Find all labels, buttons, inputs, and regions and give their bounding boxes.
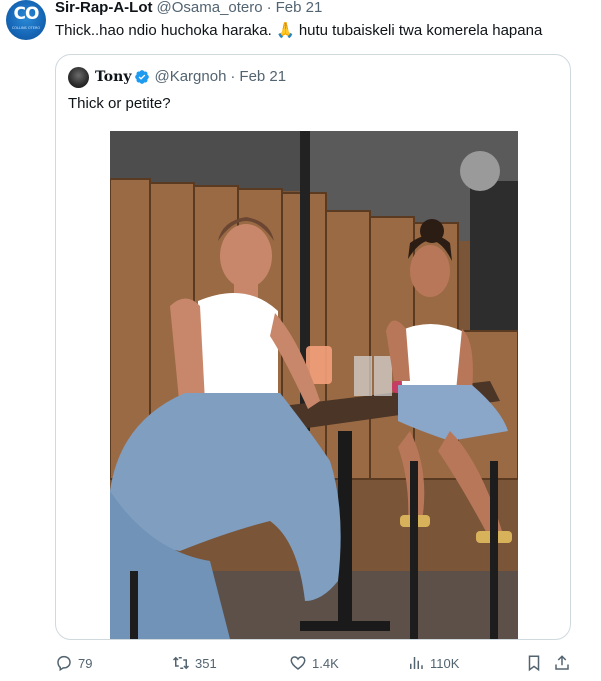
quoted-header-separator: · (230, 68, 236, 85)
bookmark-button[interactable] (525, 654, 543, 672)
views-button[interactable]: 110K (407, 654, 459, 672)
photo-illustration (110, 131, 518, 639)
like-count: 1.4K (312, 655, 339, 671)
author-name[interactable]: Sir-Rap-A-Lot (55, 0, 153, 16)
quoted-tweet-text: Thick or petite? (68, 95, 171, 112)
avatar-logo-text: CO (13, 4, 40, 24)
quoted-author-avatar[interactable] (68, 67, 89, 88)
avatar-logo-subtext: COLLINS OTERO (11, 26, 41, 30)
like-icon (290, 656, 306, 670)
retweet-button[interactable]: 351 (172, 654, 217, 672)
tweet-date[interactable]: Feb 21 (276, 0, 323, 16)
share-icon (555, 655, 569, 670)
tweet-header: Sir-Rap-A-Lot @Osama_otero · Feb 21 (55, 0, 322, 17)
tweet-card[interactable]: CO COLLINS OTERO Sir-Rap-A-Lot @Osama_ot… (0, 0, 601, 681)
author-handle[interactable]: @Osama_otero (157, 0, 263, 16)
header-separator: · (266, 0, 272, 16)
quoted-tweet[interactable]: Tony @Kargnoh · Feb 21 Thick or petite? (55, 54, 571, 640)
views-count: 110K (430, 655, 460, 671)
reply-icon (57, 655, 71, 672)
verified-icon (135, 69, 150, 84)
reply-button[interactable]: 79 (55, 654, 92, 672)
reply-count: 79 (78, 655, 93, 671)
views-icon (410, 657, 423, 669)
tweet-actions: 79 351 1.4K 110K (55, 654, 575, 674)
retweet-icon (172, 656, 190, 670)
quoted-tweet-header: Tony @Kargnoh · Feb 21 (95, 68, 286, 85)
retweet-count: 351 (195, 655, 217, 671)
quoted-tweet-date[interactable]: Feb 21 (239, 68, 286, 85)
like-button[interactable]: 1.4K (289, 654, 339, 672)
quoted-author-name[interactable]: Tony (95, 69, 131, 85)
share-button[interactable] (553, 654, 571, 672)
tweet-text: Thick..hao ndio huchoka haraka. 🙏 hutu t… (55, 22, 543, 39)
quoted-tweet-photo[interactable] (110, 131, 518, 639)
author-avatar[interactable]: CO COLLINS OTERO (6, 0, 46, 40)
bookmark-icon (528, 655, 540, 672)
quoted-author-handle[interactable]: @Kargnoh (154, 68, 226, 85)
